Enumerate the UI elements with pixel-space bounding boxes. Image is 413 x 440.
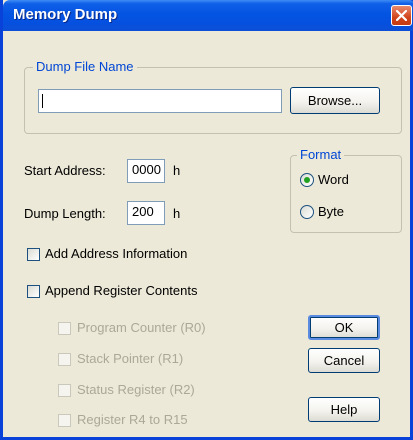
format-word-radio[interactable]: [300, 173, 314, 187]
add-address-label[interactable]: Add Address Information: [45, 246, 187, 261]
memory-dump-dialog: Memory Dump Dump File Name Browse... Sta…: [0, 0, 413, 440]
browse-label: Browse...: [307, 93, 363, 108]
format-legend: Format: [297, 147, 345, 162]
radio-selected-dot: [304, 177, 310, 183]
dump-file-legend: Dump File Name: [33, 59, 137, 74]
register-r4-r15-label: Register R4 to R15: [77, 412, 188, 427]
format-byte-radio[interactable]: [300, 205, 314, 219]
start-address-suffix: h: [173, 163, 181, 178]
help-label: Help: [330, 402, 358, 417]
ok-button[interactable]: OK: [308, 315, 380, 340]
help-button[interactable]: Help: [308, 397, 380, 422]
close-button[interactable]: [391, 5, 412, 26]
stack-pointer-checkbox[interactable]: [58, 353, 71, 366]
start-address-input[interactable]: 0000: [127, 159, 165, 183]
append-registers-label[interactable]: Append Register Contents: [45, 283, 197, 298]
add-address-checkbox[interactable]: [27, 248, 40, 261]
status-register-checkbox[interactable]: [58, 384, 71, 397]
browse-button[interactable]: Browse...: [290, 87, 380, 114]
status-register-label: Status Register (R2): [77, 382, 195, 397]
dump-length-value: 200: [132, 204, 154, 219]
start-address-label: Start Address:: [24, 163, 106, 178]
window-title: Memory Dump: [13, 6, 118, 23]
dump-file-input[interactable]: [38, 89, 282, 113]
format-group: Format: [290, 147, 402, 233]
stack-pointer-label: Stack Pointer (R1): [77, 351, 184, 366]
dump-length-label: Dump Length:: [24, 206, 106, 221]
append-registers-checkbox[interactable]: [27, 285, 40, 298]
dump-length-suffix: h: [173, 206, 181, 221]
format-byte-label[interactable]: Byte: [318, 204, 344, 219]
cancel-label: Cancel: [323, 353, 365, 368]
cancel-button[interactable]: Cancel: [308, 348, 380, 373]
dump-length-input[interactable]: 200: [127, 201, 165, 225]
text-caret: [42, 94, 43, 108]
start-address-value: 0000: [132, 162, 161, 177]
ok-label: OK: [334, 320, 354, 335]
title-bar[interactable]: Memory Dump: [3, 0, 413, 31]
program-counter-label: Program Counter (R0): [77, 320, 206, 335]
register-r4-r15-checkbox[interactable]: [58, 414, 71, 427]
program-counter-checkbox[interactable]: [58, 322, 71, 335]
format-word-label[interactable]: Word: [318, 172, 349, 187]
